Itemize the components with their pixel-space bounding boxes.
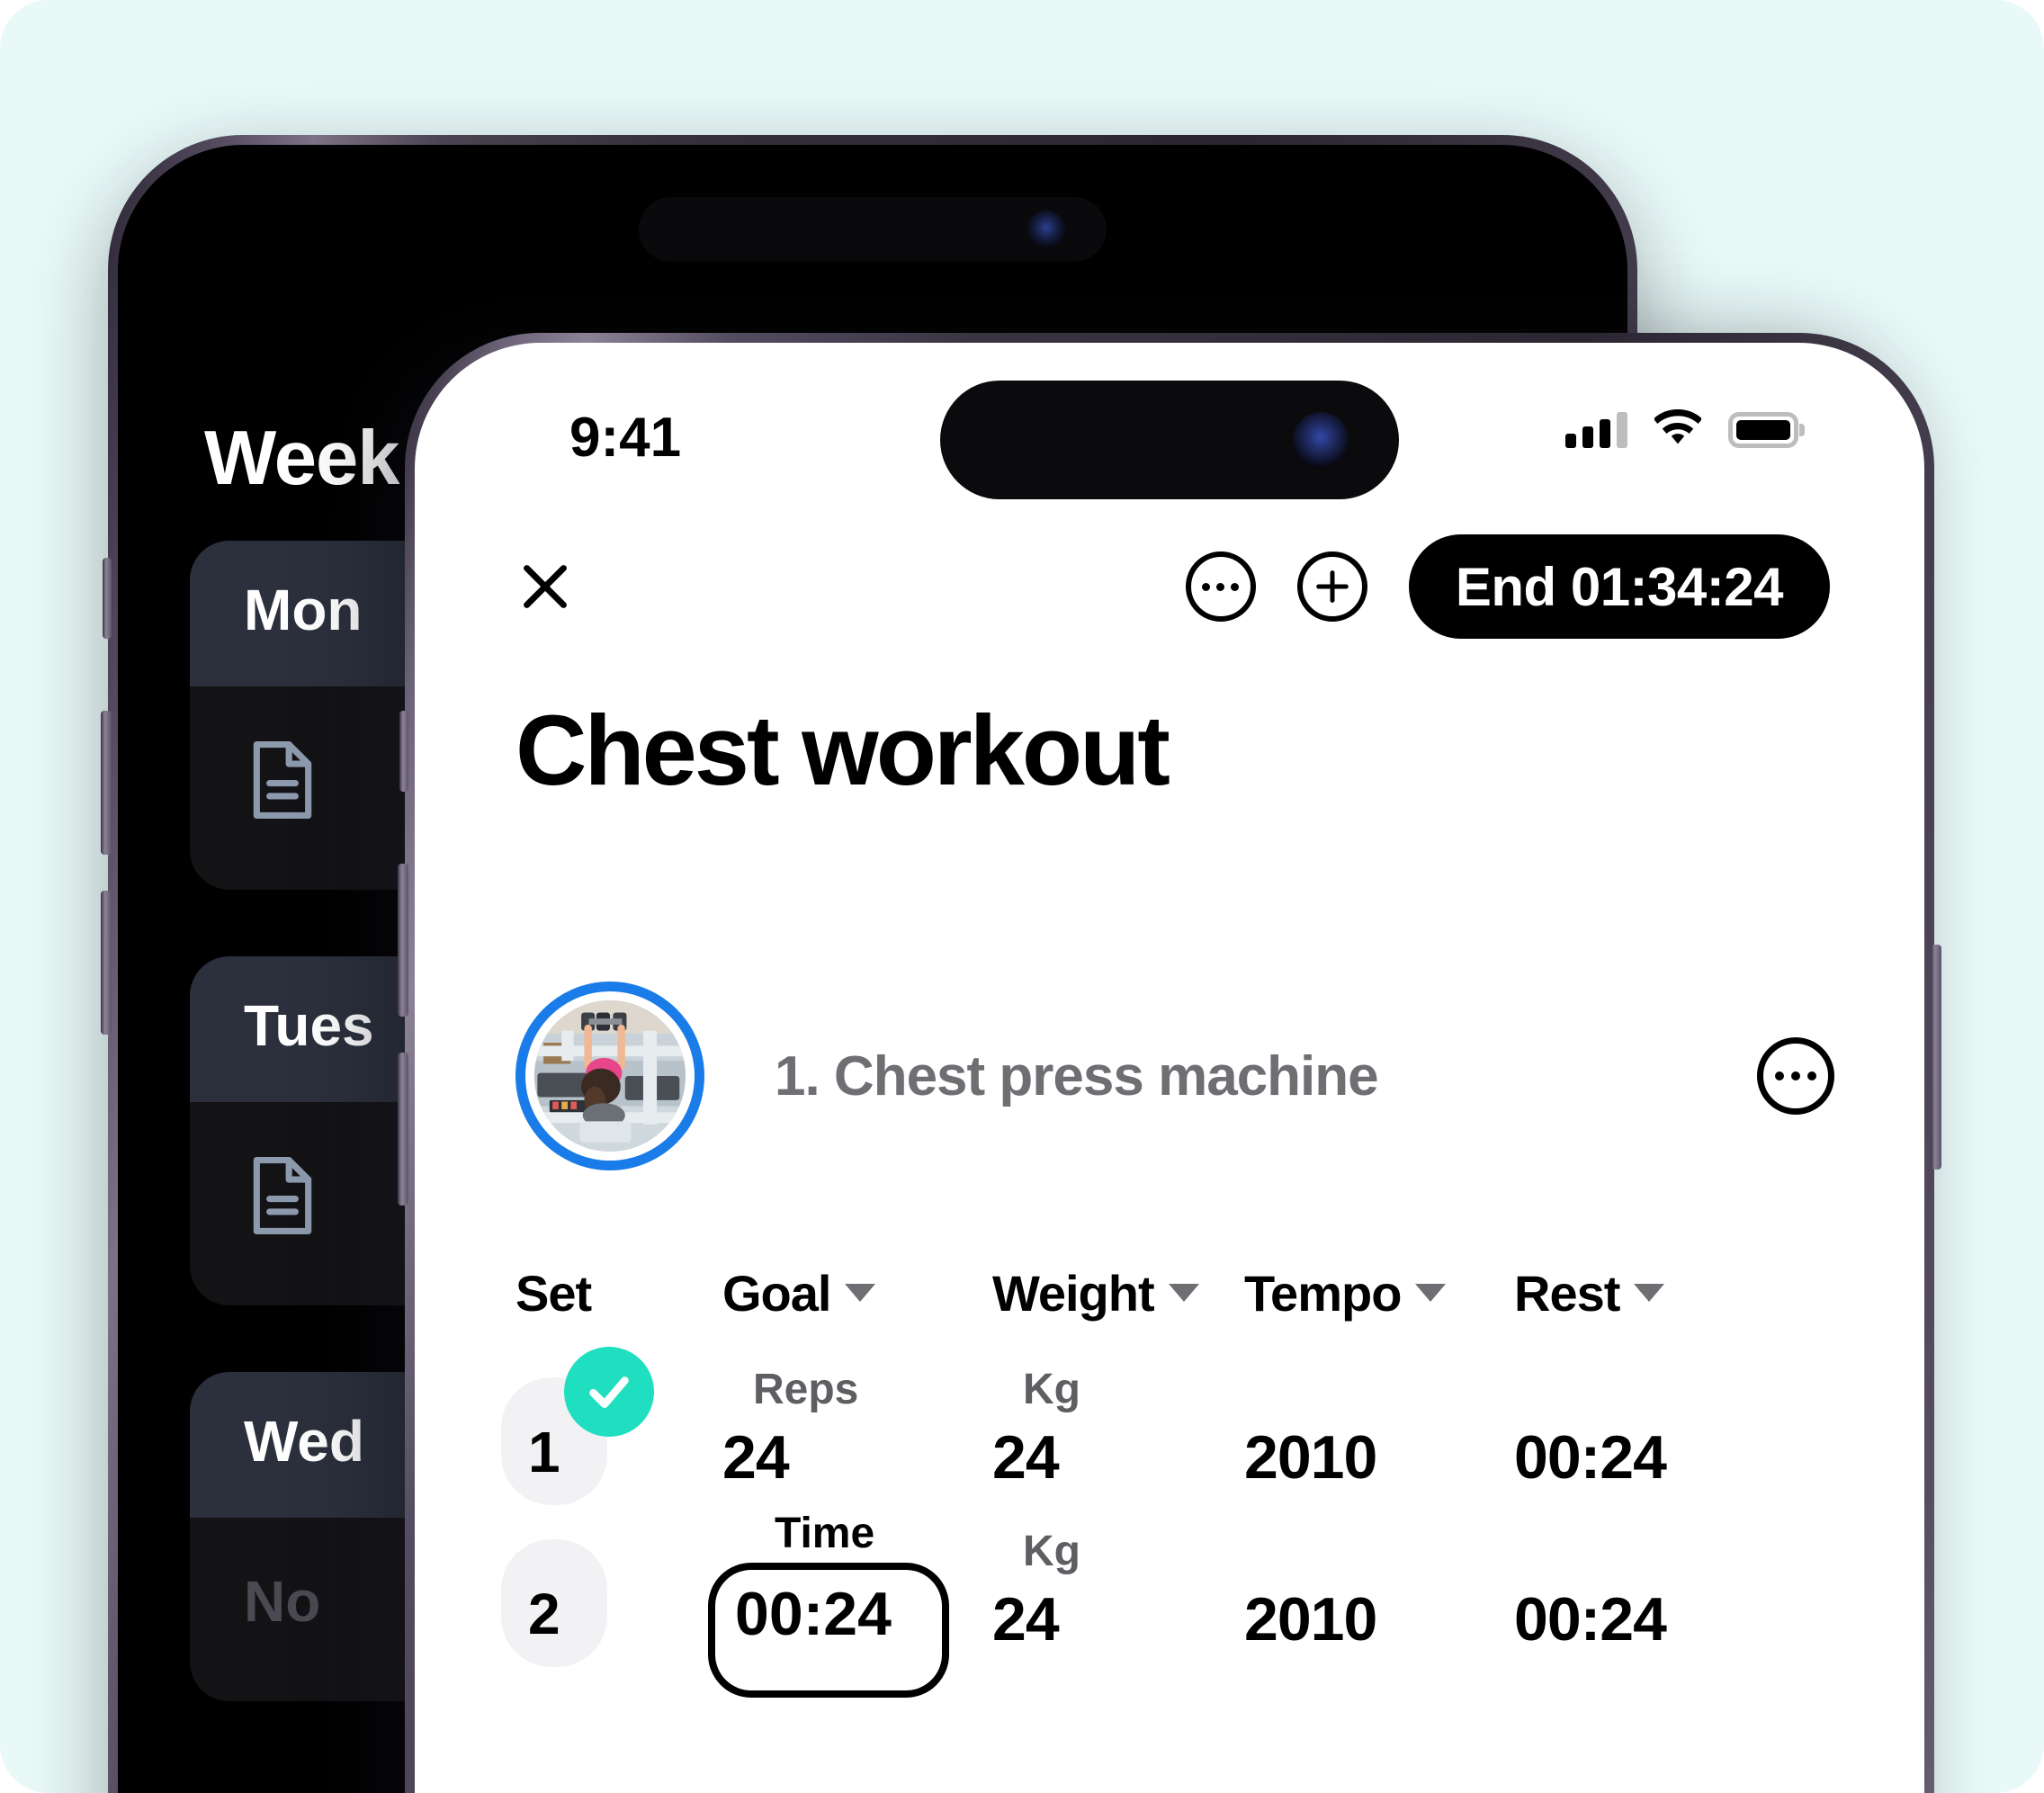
- goal-cell[interactable]: Reps 24: [722, 1366, 992, 1505]
- chevron-down-icon: [845, 1284, 876, 1302]
- day-card-empty-text: No: [244, 1569, 321, 1634]
- goal-unit-label: Time: [758, 1505, 892, 1562]
- rest-cell[interactable]: 00:24: [1514, 1532, 1784, 1667]
- column-header-rest[interactable]: Rest: [1514, 1264, 1784, 1322]
- ellipsis-dots: [1775, 1071, 1816, 1080]
- rest-value: 00:24: [1514, 1423, 1667, 1492]
- set-cell[interactable]: 2: [501, 1532, 722, 1667]
- exercise-thumbnail[interactable]: [515, 982, 704, 1170]
- status-bar-icons: [1565, 408, 1798, 450]
- scene-canvas: Week 1 Mon Tues Wed No 9:41 End 01:34:24…: [0, 0, 2044, 1793]
- column-label: Weight: [992, 1264, 1155, 1322]
- weight-unit-label: Kg: [1023, 1366, 1080, 1413]
- exercise-name: 1. Chest press machine: [775, 1044, 1379, 1107]
- set-number: 1: [528, 1420, 560, 1484]
- chevron-down-icon: [1634, 1284, 1665, 1302]
- table-row: 1 Reps 24 Kg 24 2010 00:24: [415, 1343, 1924, 1505]
- document-icon: [244, 1152, 321, 1239]
- front-phone-device: 9:41 End 01:34:24 Chest workout 1. Chest…: [398, 333, 1941, 1793]
- weight-cell[interactable]: Kg 24: [992, 1528, 1244, 1667]
- tempo-cell[interactable]: 2010: [1244, 1370, 1514, 1505]
- table-row: 2 Time 00:24 Kg 24 2010 00:24: [415, 1505, 1924, 1698]
- weight-cell[interactable]: Kg 24: [992, 1366, 1244, 1505]
- back-dynamic-island: [639, 197, 1107, 262]
- dynamic-island: [940, 381, 1399, 499]
- column-header-set: Set: [515, 1264, 722, 1322]
- table-header-row: Set Goal Weight Tempo Rest: [415, 1242, 1924, 1343]
- plus-icon[interactable]: [1296, 551, 1367, 622]
- thumbnail-ring-gap: [525, 991, 695, 1161]
- sets-table: Set Goal Weight Tempo Rest 1 Reps 24 Kg …: [415, 1242, 1924, 1698]
- chevron-down-icon: [1415, 1284, 1447, 1302]
- front-phone-screen: 9:41 End 01:34:24 Chest workout 1. Chest…: [415, 343, 1924, 1793]
- exercise-photo: [534, 1000, 686, 1152]
- battery-icon: [1728, 411, 1798, 448]
- more-options-icon[interactable]: [1185, 551, 1256, 622]
- back-phone-volume-up[interactable]: [101, 711, 112, 855]
- close-icon[interactable]: [514, 555, 577, 618]
- status-bar: 9:41: [415, 343, 1924, 505]
- back-phone-volume-down[interactable]: [101, 891, 112, 1035]
- toolbar-actions: End 01:34:24: [1185, 534, 1830, 639]
- rest-cell[interactable]: 00:24: [1514, 1370, 1784, 1505]
- column-label: Tempo: [1244, 1264, 1402, 1322]
- column-header-goal[interactable]: Goal: [722, 1264, 992, 1322]
- tempo-cell[interactable]: 2010: [1244, 1532, 1514, 1667]
- ellipsis-dots: [1202, 582, 1240, 591]
- document-icon: [244, 737, 321, 823]
- chevron-down-icon: [1168, 1284, 1199, 1302]
- workout-toolbar: End 01:34:24: [415, 519, 1924, 654]
- rest-value: 00:24: [1514, 1585, 1667, 1654]
- column-header-weight[interactable]: Weight: [992, 1264, 1244, 1322]
- tempo-value: 2010: [1244, 1423, 1377, 1492]
- goal-value: 00:24: [735, 1580, 892, 1648]
- column-label: Rest: [1514, 1264, 1620, 1322]
- weight-value: 24: [992, 1423, 1060, 1492]
- front-phone-power-button[interactable]: [1931, 945, 1941, 1170]
- exercise-header-row: 1. Chest press machine: [515, 973, 1834, 1179]
- wifi-icon: [1653, 408, 1703, 450]
- front-camera-icon: [1027, 211, 1065, 248]
- set-number: 2: [528, 1582, 560, 1646]
- tempo-value: 2010: [1244, 1585, 1377, 1654]
- back-phone-mute-switch[interactable]: [103, 558, 112, 639]
- column-label: Goal: [722, 1264, 831, 1322]
- status-bar-clock: 9:41: [569, 407, 682, 469]
- page-title: Chest workout: [515, 695, 1170, 806]
- goal-value: 24: [722, 1423, 790, 1492]
- end-workout-button[interactable]: End 01:34:24: [1408, 534, 1830, 639]
- goal-cell-active[interactable]: Time 00:24: [708, 1505, 992, 1698]
- front-phone-volume-down[interactable]: [398, 1053, 408, 1206]
- column-label: Set: [515, 1264, 592, 1322]
- exercise-more-options-icon[interactable]: [1757, 1037, 1834, 1115]
- set-cell[interactable]: 1: [501, 1347, 722, 1505]
- cellular-signal-icon: [1565, 411, 1627, 448]
- front-phone-mute-switch[interactable]: [399, 711, 408, 792]
- column-header-tempo[interactable]: Tempo: [1244, 1264, 1514, 1322]
- goal-unit-label: Reps: [753, 1366, 859, 1413]
- weight-value: 24: [992, 1585, 1060, 1654]
- weight-unit-label: Kg: [1023, 1528, 1080, 1575]
- front-phone-volume-up[interactable]: [398, 864, 408, 1017]
- front-camera-icon: [1293, 412, 1349, 468]
- set-completed-check-icon[interactable]: [564, 1347, 654, 1437]
